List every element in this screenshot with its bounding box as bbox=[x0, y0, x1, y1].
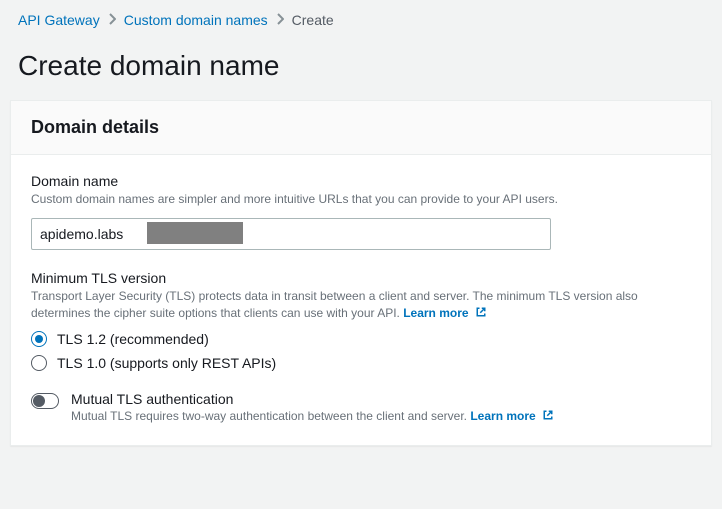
domain-name-input[interactable] bbox=[31, 218, 551, 250]
radio-label: TLS 1.0 (supports only REST APIs) bbox=[57, 355, 276, 371]
domain-name-label: Domain name bbox=[31, 173, 691, 189]
domain-details-panel: Domain details Domain name Custom domain… bbox=[10, 100, 712, 446]
radio-icon bbox=[31, 355, 47, 371]
breadcrumb-link-custom-domain-names[interactable]: Custom domain names bbox=[124, 12, 268, 28]
mutual-tls-desc: Mutual TLS requires two-way authenticati… bbox=[71, 409, 554, 423]
chevron-right-icon bbox=[276, 12, 284, 28]
chevron-right-icon bbox=[108, 12, 116, 28]
page-title: Create domain name bbox=[0, 34, 722, 100]
tls-option-1-2[interactable]: TLS 1.2 (recommended) bbox=[31, 331, 691, 347]
breadcrumb-current: Create bbox=[292, 12, 334, 28]
domain-name-desc: Custom domain names are simpler and more… bbox=[31, 191, 691, 208]
breadcrumb-link-api-gateway[interactable]: API Gateway bbox=[18, 12, 100, 28]
tls-option-1-0[interactable]: TLS 1.0 (supports only REST APIs) bbox=[31, 355, 691, 371]
external-link-icon bbox=[542, 409, 554, 421]
mutual-tls-toggle[interactable] bbox=[31, 393, 59, 409]
mutual-tls-label: Mutual TLS authentication bbox=[71, 391, 554, 407]
panel-header: Domain details bbox=[11, 101, 711, 155]
external-link-icon bbox=[475, 306, 487, 318]
min-tls-desc: Transport Layer Security (TLS) protects … bbox=[31, 288, 691, 322]
tls-radio-group: TLS 1.2 (recommended) TLS 1.0 (supports … bbox=[31, 331, 691, 371]
radio-label: TLS 1.2 (recommended) bbox=[57, 331, 209, 347]
breadcrumb: API Gateway Custom domain names Create bbox=[0, 0, 722, 34]
radio-icon bbox=[31, 331, 47, 347]
tls-learn-more-link[interactable]: Learn more bbox=[403, 306, 487, 320]
mtls-learn-more-link[interactable]: Learn more bbox=[470, 409, 554, 423]
min-tls-label: Minimum TLS version bbox=[31, 270, 691, 286]
